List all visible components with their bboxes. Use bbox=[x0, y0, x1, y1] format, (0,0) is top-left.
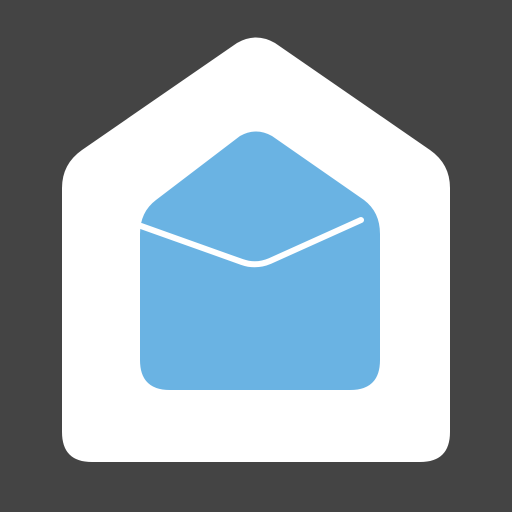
app-icon-canvas bbox=[0, 0, 512, 512]
home-mail-icon bbox=[0, 0, 512, 512]
